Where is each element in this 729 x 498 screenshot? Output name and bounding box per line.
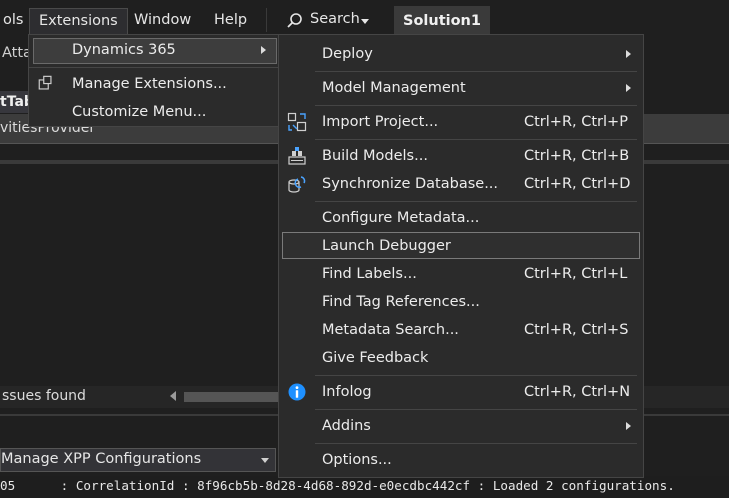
menu-item-label: Build Models... [322,148,428,164]
menu-separator [315,409,637,410]
sync-database-icon [288,176,306,193]
horizontal-scrollbar-thumb[interactable] [184,392,284,402]
menu-item-infolog[interactable]: Infolog Ctrl+R, Ctrl+N [279,378,643,406]
menu-separator [315,105,637,106]
menu-item-shortcut: Ctrl+R, Ctrl+P [524,114,628,130]
issues-label: ssues found [2,388,86,404]
solution-name-badge[interactable]: Solution1 [394,6,490,36]
menu-separator [315,71,637,72]
menu-item-label: Find Labels... [322,266,417,282]
chevron-down-icon [361,19,369,24]
menu-item-label: Manage Extensions... [72,76,227,92]
menu-item-label: Configure Metadata... [322,210,480,226]
menu-item-build-models[interactable]: Build Models... Ctrl+R, Ctrl+B [279,142,643,170]
menu-item-label: Dynamics 365 [72,42,176,58]
scroll-left-icon[interactable] [170,391,176,401]
menu-item-shortcut: Ctrl+R, Ctrl+D [524,176,631,192]
manage-extensions-icon [38,75,52,90]
menu-item-label: Options... [322,452,392,468]
menu-item-shortcut: Ctrl+R, Ctrl+S [524,322,629,338]
menu-item-customize-menu[interactable]: Customize Menu... [29,98,278,126]
menu-item-options[interactable]: Options... [279,446,643,474]
submenu-arrow-icon [626,50,631,58]
menu-separator [315,201,637,202]
menu-item-shortcut: Ctrl+R, Ctrl+N [524,384,631,400]
menu-item-manage-extensions[interactable]: Manage Extensions... [29,70,278,98]
menu-separator [315,139,637,140]
menu-window[interactable]: Window [125,8,200,34]
menu-item-synchronize-database[interactable]: Synchronize Database... Ctrl+R, Ctrl+D [279,170,643,198]
menu-item-label: Metadata Search... [322,322,459,338]
menu-item-configure-metadata[interactable]: Configure Metadata... [279,204,643,232]
menu-separator [29,67,278,68]
search-label: Search [310,11,360,27]
menu-item-deploy[interactable]: Deploy [279,40,643,68]
menu-item-launch-debugger[interactable]: Launch Debugger [279,232,643,260]
menu-item-label: Launch Debugger [322,238,451,254]
menu-item-label: Customize Menu... [72,104,207,120]
menu-help[interactable]: Help [205,8,256,34]
output-source-value: Manage XPP Configurations [1,451,202,467]
menu-item-find-labels[interactable]: Find Labels... Ctrl+R, Ctrl+L [279,260,643,288]
menu-item-label: Give Feedback [322,350,429,366]
output-log-line: 05 : CorrelationId : 8f96cb5b-8d28-4d68-… [0,476,729,498]
menu-item-label: Synchronize Database... [322,176,499,192]
menu-separator [266,8,267,32]
chevron-down-icon [261,458,269,463]
menu-separator [315,443,637,444]
menu-item-import-project[interactable]: Import Project... Ctrl+R, Ctrl+P [279,108,643,136]
import-project-icon [287,112,307,132]
menu-item-give-feedback[interactable]: Give Feedback [279,344,643,372]
build-models-icon [288,147,306,165]
extensions-menu: Dynamics 365 Manage Extensions... Custom… [28,34,279,127]
menu-item-addins[interactable]: Addins [279,412,643,440]
menu-item-label: Model Management [322,80,466,96]
menu-item-label: Import Project... [322,114,439,130]
menu-separator [315,375,637,376]
menu-item-model-management[interactable]: Model Management [279,74,643,102]
search-icon [287,13,302,28]
document-tab-partial[interactable]: tTab [0,91,34,113]
submenu-arrow-icon [626,84,631,92]
menu-item-shortcut: Ctrl+R, Ctrl+L [524,266,628,282]
menu-item-metadata-search[interactable]: Metadata Search... Ctrl+R, Ctrl+S [279,316,643,344]
menu-item-find-tag-references[interactable]: Find Tag References... [279,288,643,316]
menu-item-dynamics-365[interactable]: Dynamics 365 [29,36,278,64]
menu-item-label: Deploy [322,46,373,62]
dynamics-365-menu: Deploy Model Management Import Project..… [278,34,644,478]
output-source-select[interactable]: Manage XPP Configurations [0,448,276,472]
menu-extensions[interactable]: Extensions [29,8,128,34]
menu-tools-partial[interactable]: ols [0,8,32,34]
menu-item-label: Find Tag References... [322,294,480,310]
submenu-arrow-icon [626,422,631,430]
menu-item-shortcut: Ctrl+R, Ctrl+B [524,148,630,164]
menu-item-label: Infolog [322,384,372,400]
submenu-arrow-icon [261,46,266,54]
info-icon [288,383,306,401]
menu-item-label: Addins [322,418,371,434]
